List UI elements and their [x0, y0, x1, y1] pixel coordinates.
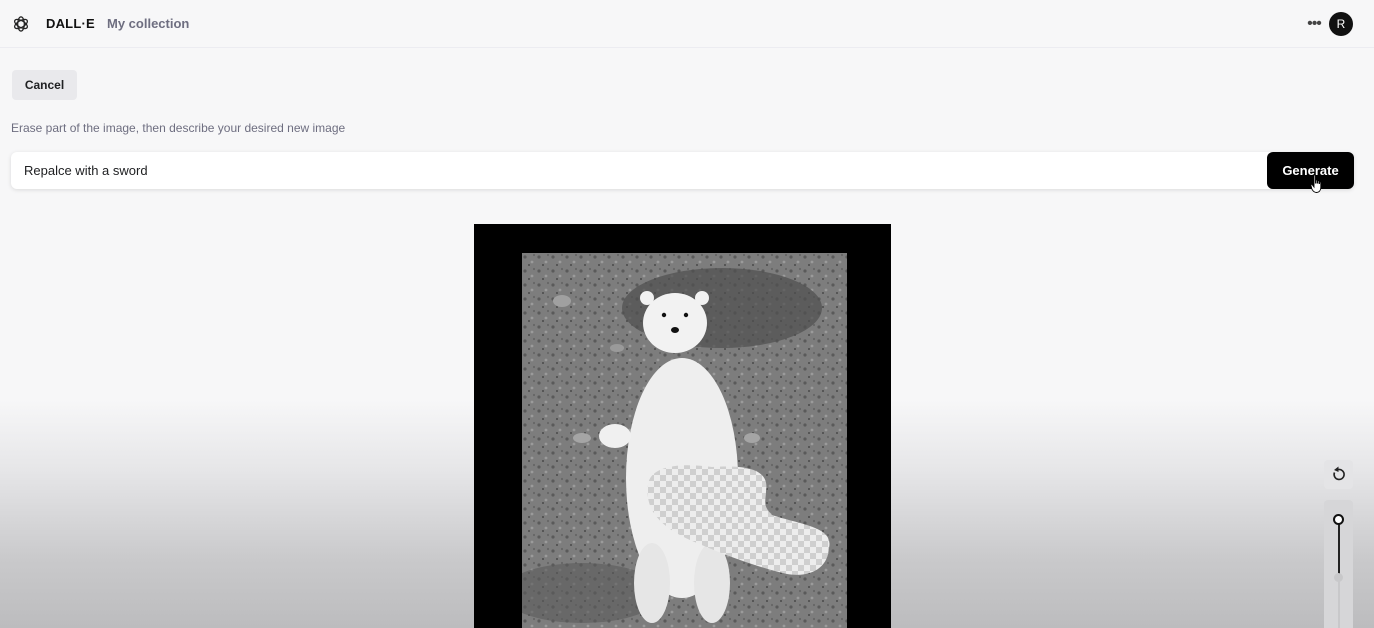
cancel-button[interactable]: Cancel [12, 70, 77, 100]
brush-size-track-lower [1338, 576, 1340, 628]
brand-name[interactable]: DALL·E [46, 16, 95, 31]
polar-bear-image [522, 253, 847, 628]
more-horizontal-icon[interactable]: ••• [1303, 12, 1325, 36]
brush-size-thumb[interactable] [1333, 514, 1344, 525]
openai-logo-icon[interactable] [11, 14, 31, 34]
rotate-ccw-icon [1333, 466, 1345, 481]
undo-button[interactable] [1324, 460, 1353, 489]
avatar[interactable]: R [1329, 12, 1353, 36]
brush-size-marker [1334, 573, 1343, 582]
prompt-bar: Generate [11, 152, 1354, 189]
image-canvas-frame [474, 224, 891, 628]
top-bar: DALL·E My collection ••• R [0, 0, 1374, 48]
editable-image[interactable] [522, 253, 847, 628]
my-collection-link[interactable]: My collection [107, 16, 189, 31]
hand-pointer-icon [1310, 174, 1322, 193]
prompt-input[interactable] [11, 152, 1267, 189]
instructions-text: Erase part of the image, then describe y… [11, 121, 346, 135]
